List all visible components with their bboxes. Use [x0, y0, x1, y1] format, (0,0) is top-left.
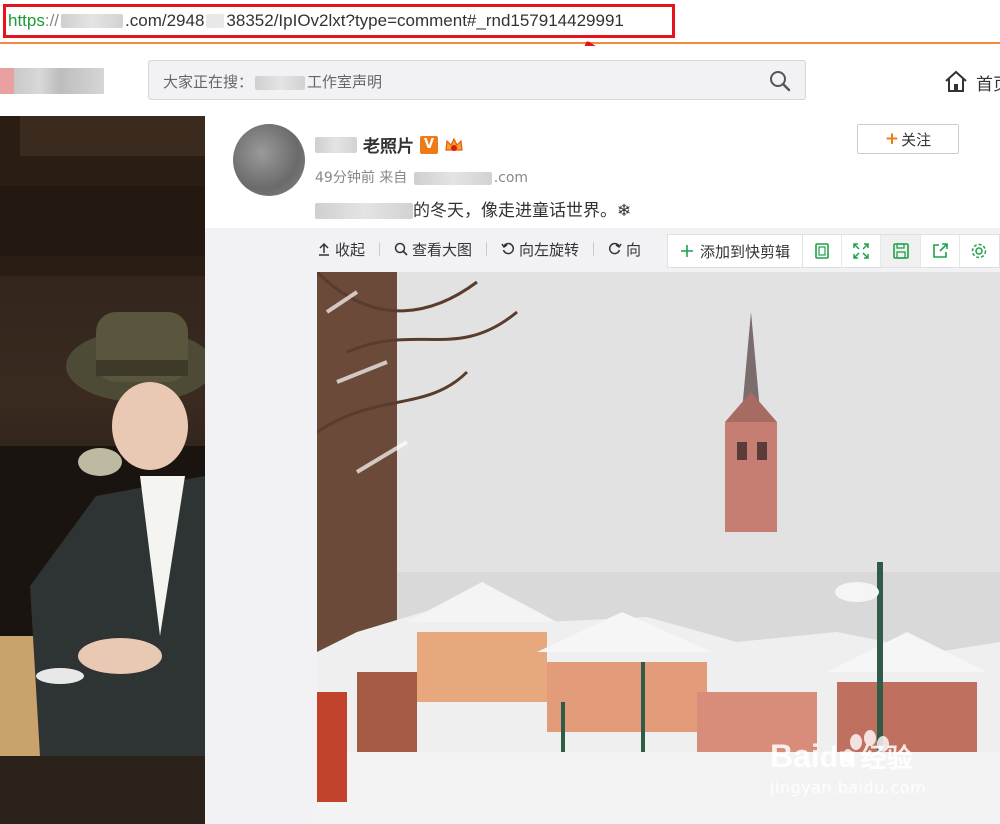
share-icon[interactable]: [921, 235, 960, 267]
settings-icon[interactable]: [960, 235, 999, 267]
watermark-brand: Baidu 经验: [770, 738, 913, 774]
post-username[interactable]: 老照片 V: [315, 132, 464, 157]
view-large-button[interactable]: 查看大图: [394, 239, 472, 260]
follow-label: 关注: [901, 130, 932, 149]
rotate-left-button[interactable]: 向左旋转: [501, 239, 579, 260]
url-redacted-domain: [61, 14, 124, 28]
rotate-right-icon: [609, 242, 622, 255]
username-text: 老照片: [363, 137, 414, 157]
follow-button[interactable]: + 关注: [857, 124, 959, 154]
collapse-icon: [319, 242, 329, 256]
home-nav-label[interactable]: 首页: [976, 70, 1000, 95]
crown-badge-icon: [445, 137, 463, 151]
url-domain-suffix: .com/2948: [125, 11, 205, 30]
crop-icon[interactable]: [803, 235, 843, 267]
save-icon[interactable]: [881, 235, 921, 267]
quick-clip-bar: 添加到快剪辑: [667, 234, 1000, 268]
search-placeholder: 大家正在搜：: [163, 73, 254, 91]
home-icon[interactable]: [944, 70, 968, 94]
add-to-quickclip-button[interactable]: 添加到快剪辑: [668, 235, 804, 267]
post-source-suffix[interactable]: .com: [494, 170, 528, 186]
site-logo-redacted[interactable]: [0, 68, 104, 94]
watermark-domain: jingyan.baidu.com: [770, 778, 927, 797]
post-text-content: 的冬天，像走进童话世界。❄: [413, 201, 632, 221]
address-bar[interactable]: https://.com/2948 38352/IpIOv2lxt?type=co…: [0, 0, 1000, 44]
post-text: 的冬天，像走进童话世界。❄: [315, 196, 631, 221]
user-avatar[interactable]: [233, 124, 305, 196]
rotate-left-icon: [501, 242, 515, 255]
collapse-button[interactable]: 收起: [317, 239, 365, 260]
search-suffix: 工作室声明: [307, 73, 383, 91]
feed-card: 老照片 V 49分钟前 来自 .com + 关注 的冬天，像走进童话世界。❄ 收…: [205, 116, 1000, 824]
search-bar[interactable]: 大家正在搜： 工作室声明: [148, 60, 806, 100]
site-header: 大家正在搜： 工作室声明 首页: [0, 46, 1000, 116]
url-highlight-box[interactable]: https://.com/2948 38352/IpIOv2lxt?type=co…: [3, 4, 675, 38]
url-protocol: https: [8, 11, 45, 30]
plus-icon: +: [884, 129, 900, 149]
verified-badge-icon: V: [420, 135, 438, 154]
url-path: 38352/IpIOv2lxt?type=comment#_rnd1579144…: [226, 11, 624, 30]
magnifier-icon: [394, 242, 408, 256]
search-icon[interactable]: [769, 70, 791, 92]
plus-icon: [681, 245, 693, 257]
fullscreen-icon[interactable]: [842, 235, 882, 267]
rotate-right-button[interactable]: 向: [608, 239, 641, 260]
post-time-source: 49分钟前 来自: [315, 170, 408, 186]
media-toolbar: 收起 查看大图 向左旋转 向: [317, 236, 655, 262]
post-meta: 49分钟前 来自 .com: [315, 167, 528, 187]
side-advert-photo: [0, 116, 205, 824]
